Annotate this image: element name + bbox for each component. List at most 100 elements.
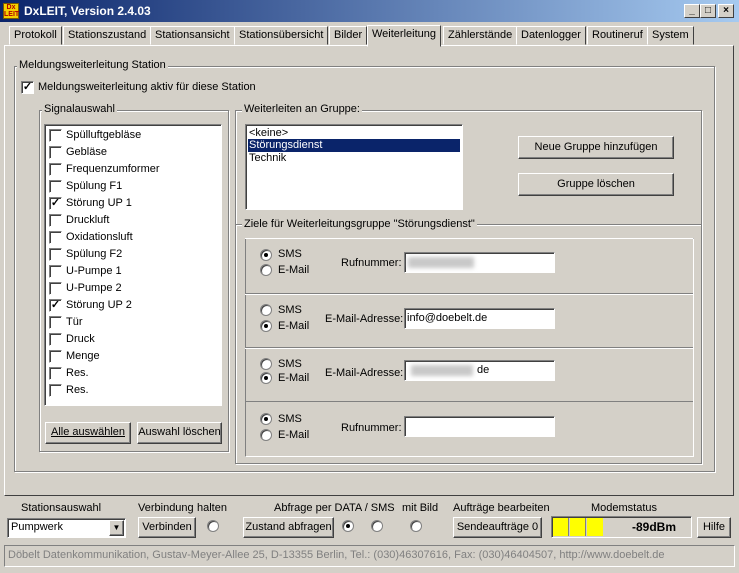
signal-checkbox[interactable]: [49, 180, 62, 193]
tab-system[interactable]: System: [647, 26, 694, 45]
station-select[interactable]: Pumpwerk ▼: [7, 518, 126, 538]
signal-checkbox[interactable]: [49, 214, 62, 227]
hold-label: halten: [197, 502, 227, 514]
connect-button[interactable]: Verbinden: [138, 517, 196, 538]
signal-item[interactable]: ✓ Störung UP 1: [49, 196, 219, 211]
signal-item[interactable]: Spülluftgebläse: [49, 128, 219, 143]
target-2-sms-radio[interactable]: [260, 304, 272, 316]
signal-checkbox[interactable]: [49, 163, 62, 176]
target-3-email-input[interactable]: de: [404, 360, 555, 381]
signal-label: Störung UP 2: [66, 299, 132, 311]
target-4-sms-label: SMS: [278, 413, 302, 425]
delete-group-button[interactable]: Gruppe löschen: [518, 173, 674, 196]
signal-label: U-Pumpe 2: [66, 282, 122, 294]
signal-item[interactable]: Res.: [49, 366, 219, 381]
target-1-redacted: [408, 257, 474, 268]
minimize-button[interactable]: _: [684, 4, 700, 18]
window-title: DxLEIT, Version 2.4.03: [24, 4, 151, 18]
title-bar: Dx LEIT DxLEIT, Version 2.4.03 _ □ ×: [0, 0, 739, 22]
signal-item[interactable]: Spülung F2: [49, 247, 219, 262]
query-sms-radio[interactable]: [371, 520, 383, 532]
target-2-field-label: E-Mail-Adresse:: [325, 313, 404, 325]
signal-item[interactable]: U-Pumpe 1: [49, 264, 219, 279]
status-bar: Döbelt Datenkommunikation, Gustav-Meyer-…: [4, 545, 735, 567]
group-forward-title: Weiterleiten an Gruppe:: [242, 103, 362, 115]
signal-list: Spülluftgebläse Gebläse Frequenzumformer Sp…: [44, 124, 222, 406]
signal-item[interactable]: Menge: [49, 349, 219, 364]
signal-checkbox[interactable]: [49, 248, 62, 261]
tab-datenlogger[interactable]: Datenlogger: [516, 26, 586, 45]
station-select-value: Pumpwerk: [11, 521, 63, 533]
signal-item[interactable]: Tür: [49, 315, 219, 330]
signal-item[interactable]: U-Pumpe 2: [49, 281, 219, 296]
tab-routineruf[interactable]: Routineruf: [587, 26, 648, 45]
hold-connection-radio[interactable]: [207, 520, 219, 532]
signal-item[interactable]: Spülung F1: [49, 179, 219, 194]
target-4-field-label: Rufnummer:: [341, 422, 402, 434]
query-state-button[interactable]: Zustand abfragen: [243, 517, 334, 538]
target-1-email-radio[interactable]: [260, 264, 272, 276]
signal-checkbox[interactable]: [49, 231, 62, 244]
close-button[interactable]: ×: [718, 4, 734, 18]
target-2-email-radio[interactable]: [260, 320, 272, 332]
target-3-email-radio[interactable]: [260, 372, 272, 384]
signal-checkbox[interactable]: [49, 282, 62, 295]
send-jobs-button[interactable]: Sendeaufträge 0: [453, 517, 542, 538]
clear-selection-button[interactable]: Auswahl löschen: [137, 422, 222, 444]
with-image-label: mit Bild: [402, 502, 439, 514]
target-3-sms-radio[interactable]: [260, 358, 272, 370]
target-1-sms-radio[interactable]: [260, 249, 272, 261]
query-image-radio[interactable]: [410, 520, 422, 532]
tab-stationszustand[interactable]: Stationszustand: [63, 26, 152, 45]
signal-checkbox[interactable]: [49, 350, 62, 363]
chevron-down-icon[interactable]: ▼: [109, 520, 124, 536]
target-1-sms-label: SMS: [278, 248, 302, 260]
group-list[interactable]: <keine> Störungsdienst Technik: [245, 124, 463, 210]
target-4-email-radio[interactable]: [260, 429, 272, 441]
add-group-button[interactable]: Neue Gruppe hinzufügen: [518, 136, 674, 159]
signal-checkbox[interactable]: ✓: [49, 299, 62, 312]
select-all-button[interactable]: Alle auswählen: [45, 422, 131, 444]
signal-item[interactable]: Frequenzumformer: [49, 162, 219, 177]
target-2-email-input[interactable]: info@doebelt.de: [404, 308, 555, 329]
forwarding-active-checkbox[interactable]: ✓: [21, 81, 34, 94]
signal-checkbox[interactable]: [49, 316, 62, 329]
maximize-button[interactable]: □: [700, 4, 716, 18]
tab-weiterleitung[interactable]: Weiterleitung: [367, 25, 441, 47]
group-item-stoerungsdienst[interactable]: Störungsdienst: [247, 138, 461, 153]
signal-label: Gebläse: [66, 146, 107, 158]
signal-label: Res.: [66, 367, 89, 379]
group-item-technik[interactable]: Technik: [249, 152, 459, 165]
signal-checkbox[interactable]: [49, 146, 62, 159]
modem-signal-value: -89dBm: [632, 520, 677, 534]
tab-bilder[interactable]: Bilder: [329, 26, 368, 45]
target-4-sms-radio[interactable]: [260, 413, 272, 425]
signal-checkbox[interactable]: ✓: [49, 197, 62, 210]
target-2-email-value: info@doebelt.de: [407, 312, 488, 324]
signal-label: Spülluftgebläse: [66, 129, 142, 141]
tab-protokoll[interactable]: Protokoll: [9, 26, 62, 45]
signal-checkbox[interactable]: [49, 367, 62, 380]
signal-checkbox[interactable]: [49, 384, 62, 397]
signal-checkbox[interactable]: [49, 333, 62, 346]
signal-item[interactable]: Druck: [49, 332, 219, 347]
signal-bar-3: [587, 518, 603, 536]
tab-stationsuebersicht[interactable]: Stationsübersicht: [234, 26, 329, 45]
signal-item[interactable]: Druckluft: [49, 213, 219, 228]
target-4-phone-input[interactable]: [404, 416, 555, 437]
signal-item[interactable]: ✓ Störung UP 2: [49, 298, 219, 313]
target-3-field-label: E-Mail-Adresse:: [325, 367, 404, 379]
query-data-radio[interactable]: [342, 520, 354, 532]
signal-checkbox[interactable]: [49, 129, 62, 142]
signal-item[interactable]: Gebläse: [49, 145, 219, 160]
signal-item[interactable]: Oxidationsluft: [49, 230, 219, 245]
target-3-email-label: E-Mail: [278, 372, 310, 384]
signal-label: Tür: [66, 316, 83, 328]
signal-item[interactable]: Res.: [49, 383, 219, 398]
tab-zaehlerstaende[interactable]: Zählerstände: [443, 26, 518, 45]
tab-stationsansicht[interactable]: Stationsansicht: [150, 26, 235, 45]
help-button[interactable]: Hilfe: [697, 517, 731, 538]
forwarding-group-title: Meldungsweiterleitung Station: [17, 59, 168, 71]
signal-checkbox[interactable]: [49, 265, 62, 278]
forwarding-active-label: Meldungsweiterleitung aktiv für diese St…: [38, 81, 256, 93]
